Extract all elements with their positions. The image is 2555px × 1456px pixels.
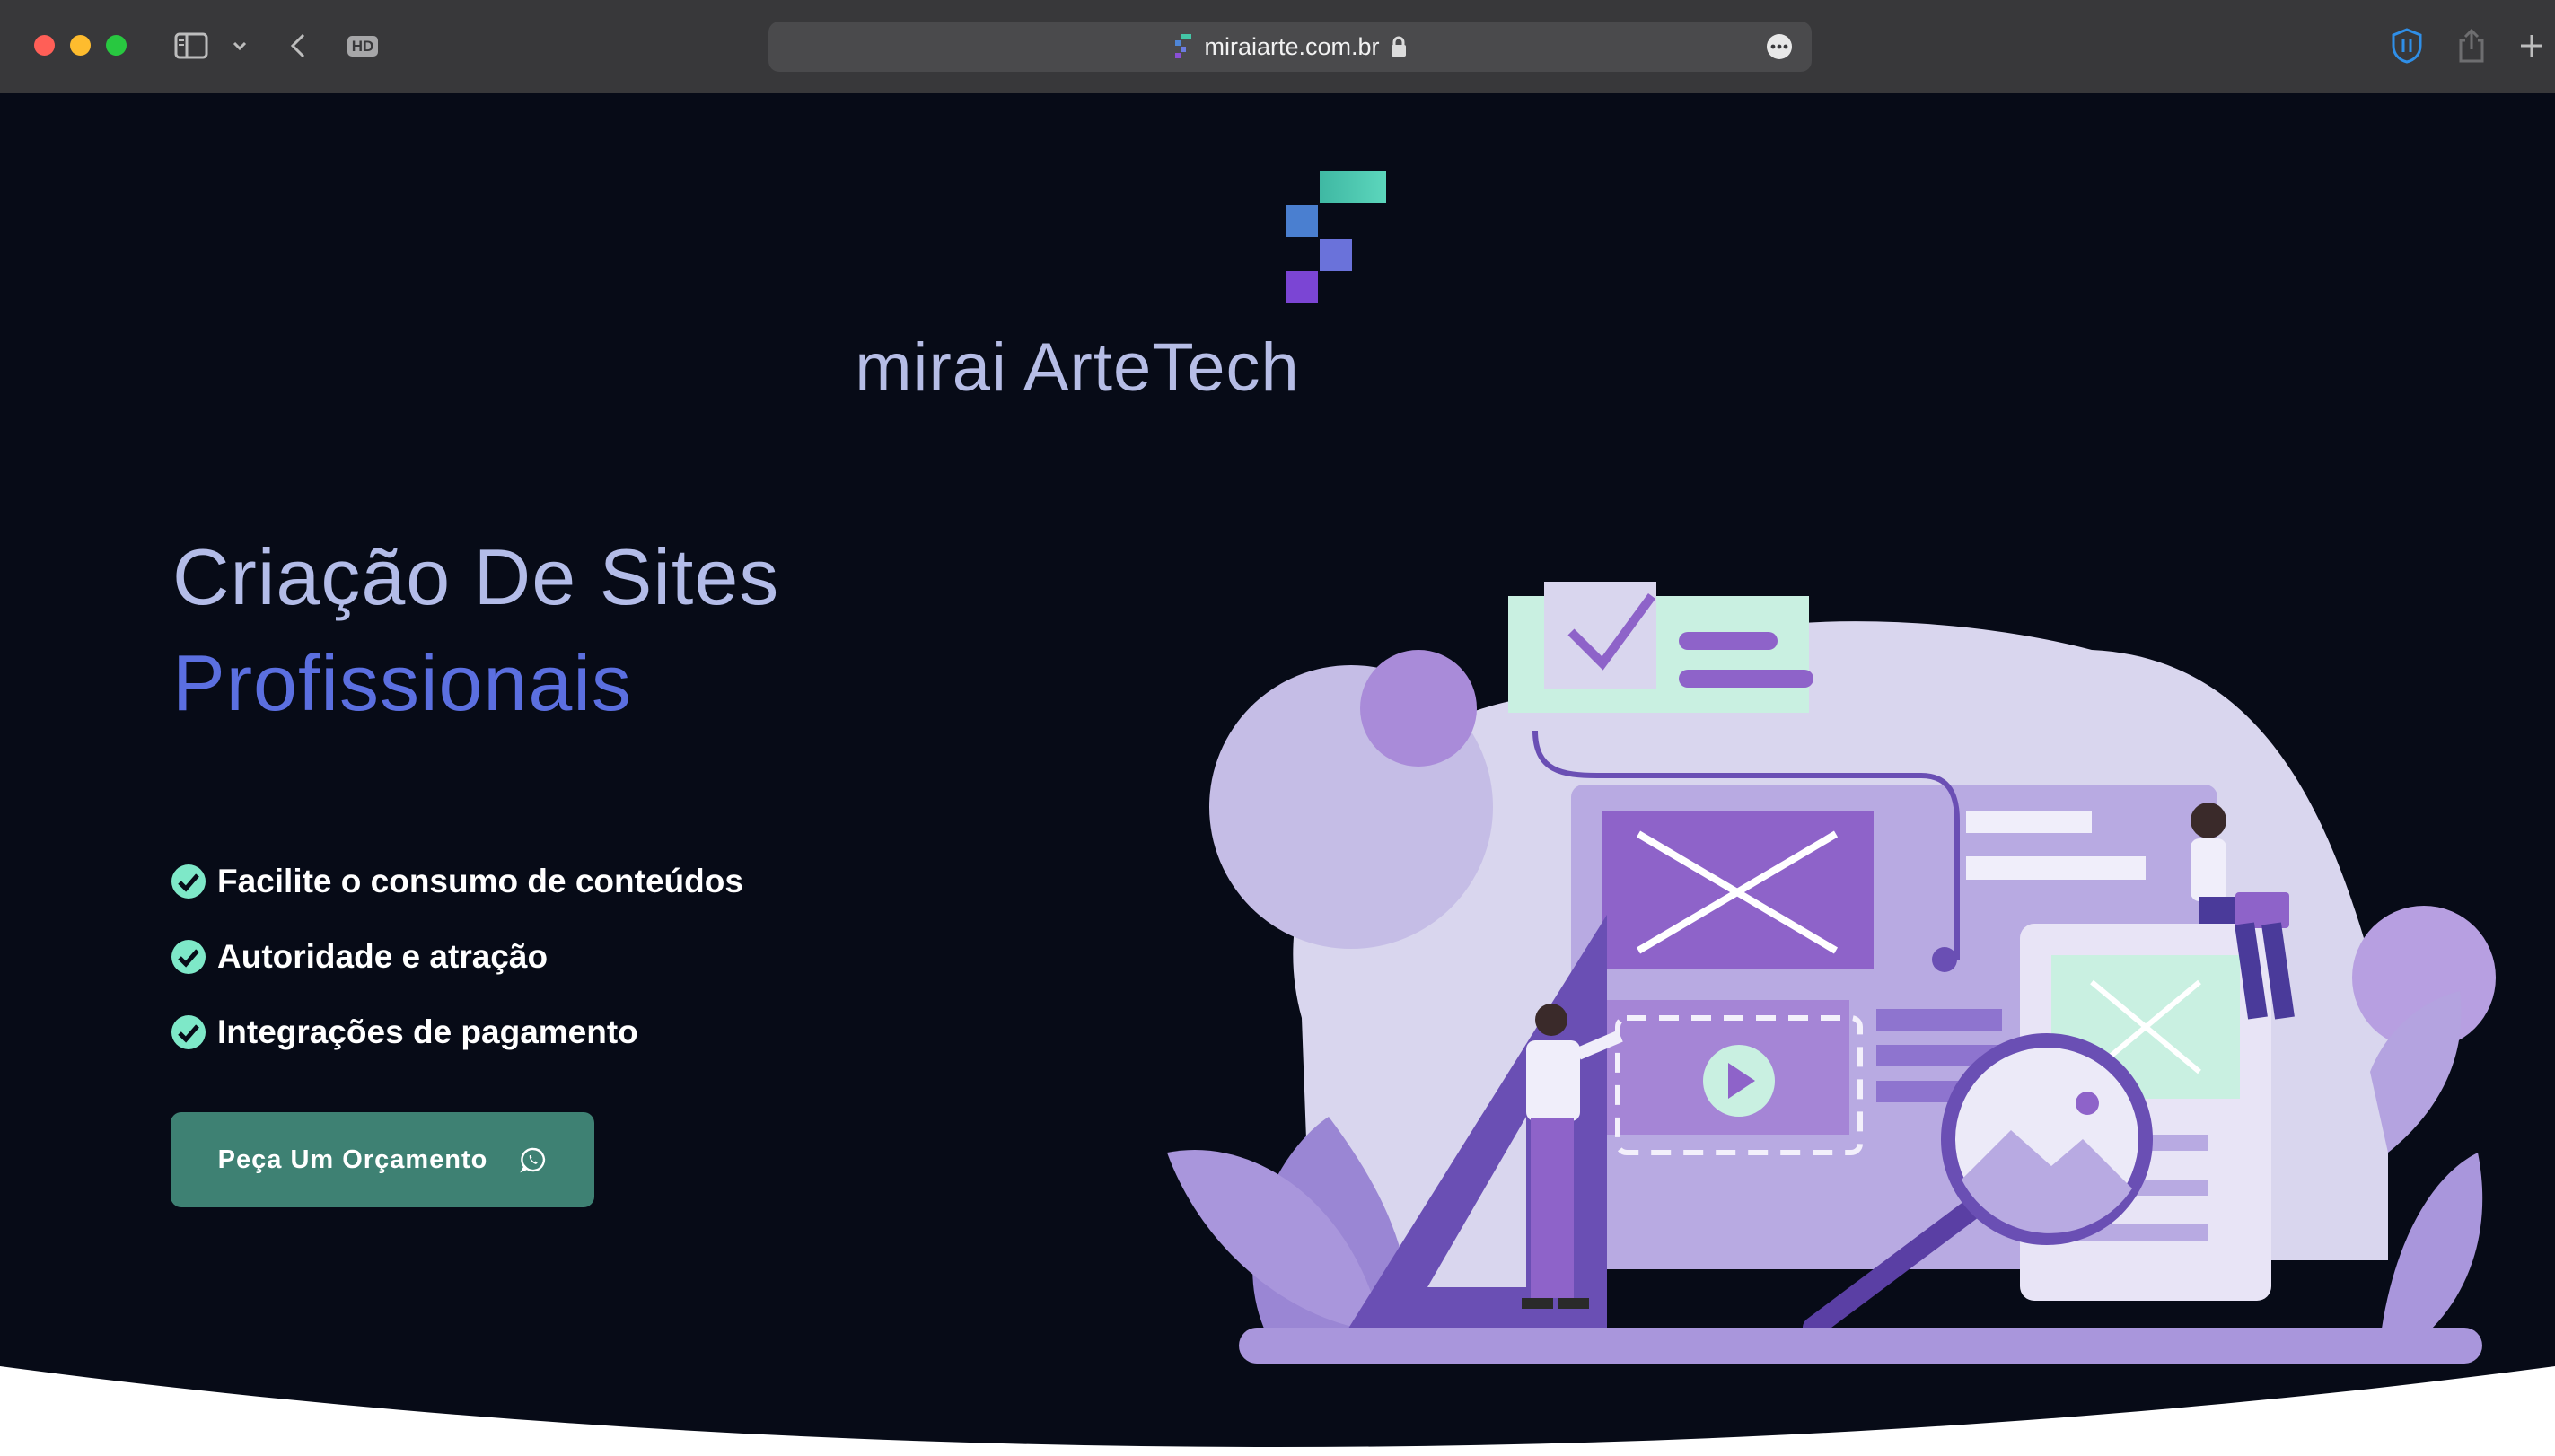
window-maximize-button[interactable]: [106, 35, 127, 56]
share-button[interactable]: [2451, 23, 2492, 68]
request-quote-button[interactable]: Peça Um Orçamento: [171, 1112, 594, 1207]
shield-icon: [2392, 28, 2422, 64]
chevron-down-icon: [233, 41, 247, 51]
window-minimize-button[interactable]: [70, 35, 91, 56]
check-circle-icon: [171, 940, 206, 974]
list-item: Integrações de pagamento: [171, 995, 743, 1070]
brand-name: mirai ArteTech: [855, 329, 1300, 406]
url-text: miraiarte.com.br: [1204, 32, 1380, 60]
check-circle-icon: [171, 864, 206, 899]
feature-list: Facilite o consumo de conteúdos Autorida…: [171, 844, 743, 1070]
hero-title-line-1: Criação De Sites: [172, 532, 780, 621]
share-icon: [2459, 28, 2484, 63]
plus-icon: [2521, 35, 2542, 57]
web-design-illustration: [1167, 582, 2496, 1364]
tab-groups-menu-button[interactable]: [226, 23, 253, 68]
list-item: Autoridade e atração: [171, 919, 743, 995]
feature-label: Facilite o consumo de conteúdos: [217, 863, 743, 899]
hero-title-line-2: Profissionais: [172, 638, 632, 727]
privacy-extension-button[interactable]: [2386, 23, 2428, 68]
hd-badge-button[interactable]: HD: [343, 23, 382, 68]
lock-icon: [1391, 36, 1406, 57]
browser-toolbar: HD miraiarte.com.br: [0, 0, 2555, 95]
new-tab-button[interactable]: [2514, 23, 2550, 68]
address-bar[interactable]: miraiarte.com.br: [768, 22, 1812, 72]
cta-label: Peça Um Orçamento: [217, 1145, 488, 1174]
check-circle-icon: [171, 1015, 206, 1049]
window-close-button[interactable]: [34, 35, 55, 56]
list-item: Facilite o consumo de conteúdos: [171, 844, 743, 919]
hd-badge: HD: [347, 35, 379, 57]
chevron-left-icon: [290, 33, 305, 58]
feature-label: Autoridade e atração: [217, 938, 549, 975]
brand-logo-icon: [1286, 171, 1386, 303]
back-button[interactable]: [282, 23, 314, 68]
page-menu-button[interactable]: [1767, 34, 1792, 59]
sidebar-icon: [174, 32, 208, 59]
hero-section: mirai ArteTech Criação De Sites Profissi…: [0, 93, 2555, 1456]
section-divider-curve: [0, 1366, 2555, 1456]
feature-label: Integrações de pagamento: [217, 1013, 638, 1050]
sidebar-toggle-button[interactable]: [171, 23, 212, 68]
ellipsis-icon: [1770, 44, 1788, 49]
site-favicon-icon: [1175, 34, 1192, 58]
whatsapp-icon: [520, 1147, 546, 1173]
